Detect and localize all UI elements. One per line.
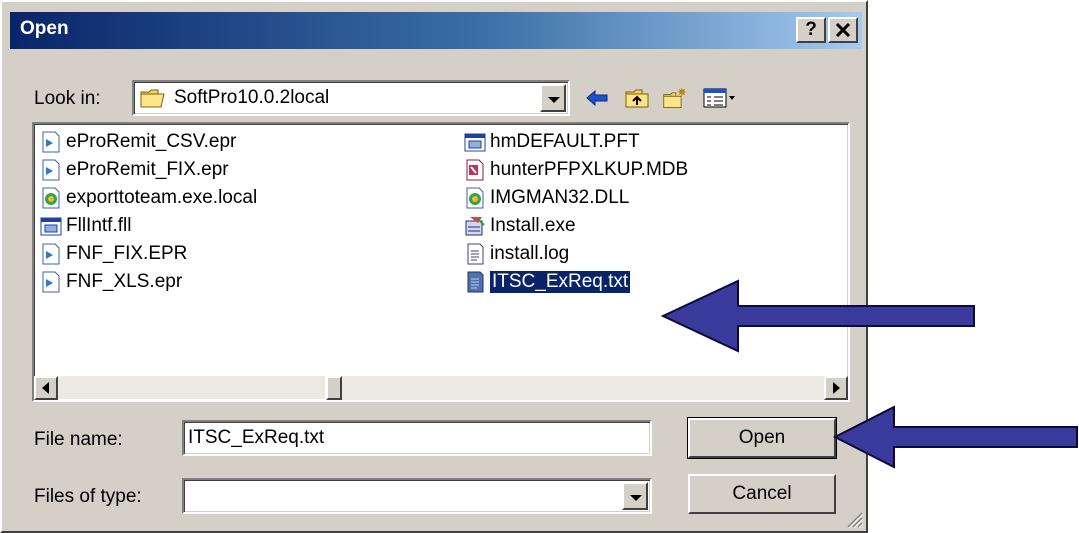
cancel-button[interactable]: Cancel <box>688 474 836 514</box>
annotation-arrow-open <box>832 405 1078 469</box>
pft-file-icon <box>464 131 486 153</box>
dll-file-icon <box>464 187 486 209</box>
file-name-text: Install.exe <box>490 215 576 236</box>
file-name-value: ITSC_ExReq.txt <box>188 427 325 448</box>
scroll-right-button[interactable] <box>824 376 848 400</box>
file-item[interactable]: FNF_FIX.EPR <box>40 240 187 268</box>
look-in-label: Look in: <box>34 88 101 109</box>
file-item[interactable]: install.log <box>464 240 569 268</box>
file-name-text: install.log <box>490 243 570 264</box>
look-in-value: SoftPro10.0.2local <box>174 87 330 108</box>
open-file-dialog: Open ? Look in: SoftPro10.0.2local eProR… <box>0 0 868 533</box>
mdb-file-icon <box>464 159 486 181</box>
file-item[interactable]: hunterPFPXLKUP.MDB <box>464 156 688 184</box>
folder-icon <box>140 89 165 108</box>
files-of-type-label: Files of type: <box>34 486 142 507</box>
file-name-text: FllIntf.fll <box>66 215 132 236</box>
look-in-dropdown-button[interactable] <box>540 84 566 112</box>
look-in-combobox[interactable]: SoftPro10.0.2local <box>132 80 570 116</box>
file-item[interactable]: IMGMAN32.DLL <box>464 184 629 212</box>
dialog-title: Open <box>20 18 69 39</box>
file-item[interactable]: FNF_XLS.epr <box>40 268 182 296</box>
file-name-text: hmDEFAULT.PFT <box>490 131 640 152</box>
file-name-text: eProRemit_FIX.epr <box>66 159 229 180</box>
back-arrow-icon[interactable] <box>584 85 610 111</box>
file-name-text: IMGMAN32.DLL <box>490 187 630 208</box>
resize-grip-icon[interactable] <box>844 509 864 529</box>
open-button[interactable]: Open <box>687 417 837 459</box>
file-item[interactable]: FllIntf.fll <box>40 212 131 240</box>
scroll-track-left[interactable] <box>58 376 326 400</box>
close-button[interactable] <box>828 17 858 43</box>
epr-file-icon <box>40 131 62 153</box>
horizontal-scrollbar[interactable] <box>34 376 848 400</box>
txt-file-icon <box>464 271 486 293</box>
scroll-left-button[interactable] <box>34 376 58 400</box>
file-name-input[interactable]: ITSC_ExReq.txt <box>182 420 652 456</box>
file-item[interactable]: eProRemit_FIX.epr <box>40 156 229 184</box>
new-folder-icon[interactable] <box>662 85 688 111</box>
close-icon <box>835 22 851 38</box>
files-of-type-dropdown-button[interactable] <box>622 482 648 510</box>
file-name-text: ITSC_ExReq.txt <box>488 270 632 294</box>
views-menu-icon[interactable] <box>702 85 738 111</box>
file-name-text: FNF_XLS.epr <box>66 271 183 292</box>
fll-file-icon <box>40 215 62 237</box>
files-of-type-combobox[interactable] <box>182 478 652 514</box>
file-name-text: hunterPFPXLKUP.MDB <box>490 159 689 180</box>
scroll-thumb[interactable] <box>326 376 342 400</box>
epr-file-icon <box>40 243 62 265</box>
local-file-icon <box>40 187 62 209</box>
scroll-left-icon <box>42 382 49 394</box>
file-item[interactable]: hmDEFAULT.PFT <box>464 128 640 156</box>
file-item[interactable]: ITSC_ExReq.txt <box>464 268 632 296</box>
file-list[interactable]: eProRemit_CSV.epr eProRemit_FIX.eprexport… <box>32 122 850 402</box>
file-name-text: eProRemit_CSV.epr <box>66 131 237 152</box>
up-folder-icon[interactable] <box>624 85 650 111</box>
log-file-icon <box>464 243 486 265</box>
annotation-arrow-file <box>660 279 975 353</box>
file-name-label: File name: <box>34 429 123 450</box>
file-name-text: FNF_FIX.EPR <box>66 243 188 264</box>
file-item[interactable]: Install.exe <box>464 212 576 240</box>
file-item[interactable]: eProRemit_CSV.epr <box>40 128 236 156</box>
scroll-right-icon <box>833 382 840 394</box>
file-name-text: exporttoteam.exe.local <box>66 187 258 208</box>
help-button[interactable]: ? <box>796 17 826 43</box>
epr-file-icon <box>40 271 62 293</box>
epr-file-icon <box>40 159 62 181</box>
title-bar: Open ? <box>10 12 862 49</box>
file-item[interactable]: exporttoteam.exe.local <box>40 184 257 212</box>
exe-file-icon <box>464 215 486 237</box>
